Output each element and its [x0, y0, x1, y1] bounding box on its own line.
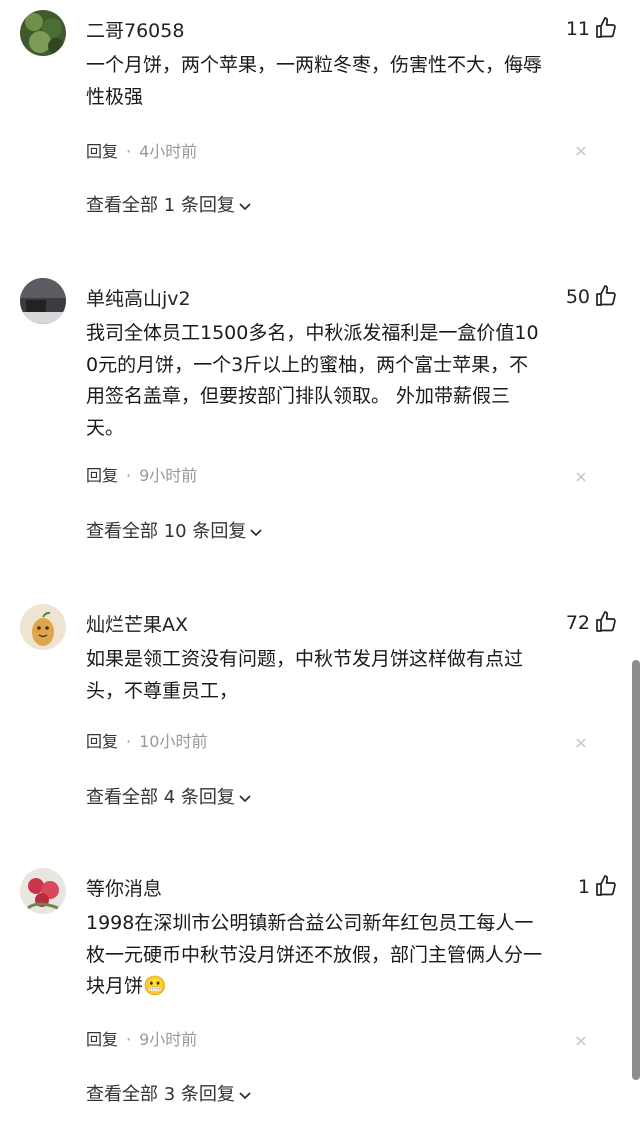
comment-meta: 回复 · 4小时前 [86, 138, 197, 162]
comment-text: 我司全体员工1500多名，中秋派发福利是一盒价值10 0元的月饼，一个3斤以上的… [86, 318, 596, 444]
comment-text: 如果是领工资没有问题，中秋节发月饼这样做有点过 头，不尊重员工， [86, 644, 596, 707]
close-icon[interactable] [574, 1034, 588, 1048]
close-icon[interactable] [574, 144, 588, 158]
view-replies-label: 查看全部 1 条回复 [86, 195, 235, 216]
comment-meta: 回复 · 10小时前 [86, 728, 207, 752]
comment-line: 0元的月饼，一个3斤以上的蜜柚，两个富士苹果，不 [86, 353, 529, 376]
user-avatar[interactable] [20, 868, 66, 914]
timestamp: 9小时前 [139, 466, 198, 485]
thumbs-up-icon[interactable] [594, 16, 618, 40]
chevron-down-icon [239, 1092, 251, 1100]
thumbs-up-icon[interactable] [594, 874, 618, 898]
comment-line: 一个月饼，两个苹果，一两粒冬枣，伤害性不大，侮辱 [86, 54, 543, 76]
scrollbar[interactable] [632, 660, 640, 1080]
reply-button[interactable]: 回复 [86, 732, 118, 751]
chevron-down-icon [250, 529, 262, 537]
view-replies-link[interactable]: 查看全部 4 条回复 [86, 783, 253, 809]
comment-text: 1998在深圳市公明镇新合益公司新年红包员工每人一 枚一元硬币中秋节没月饼还不放… [86, 908, 596, 1003]
comment-line: 天。 [86, 416, 125, 439]
like-count: 50 [565, 286, 590, 308]
comment-item: 等你消息 1 1998在深圳市公明镇新合益公司新年红包员工每人一 枚一元硬币中秋… [0, 868, 640, 1118]
user-avatar[interactable] [20, 10, 66, 56]
username[interactable]: 单纯高山jv2 [86, 284, 191, 311]
reply-button[interactable]: 回复 [86, 142, 118, 161]
separator-dot: · [126, 142, 132, 161]
comment-text: 一个月饼，两个苹果，一两粒冬枣，伤害性不大，侮辱 性极强 [86, 50, 596, 113]
thumbs-up-icon[interactable] [594, 610, 618, 634]
thumbs-up-icon[interactable] [594, 284, 618, 308]
separator-dot: · [126, 732, 132, 751]
comment-item: 二哥76058 11 一个月饼，两个苹果，一两粒冬枣，伤害性不大，侮辱 性极强 … [0, 10, 640, 230]
like-count: 72 [565, 612, 590, 634]
comment-line: 我司全体员工1500多名，中秋派发福利是一盒价值10 [86, 322, 539, 344]
view-replies-link[interactable]: 查看全部 1 条回复 [86, 191, 253, 217]
comment-line: 如果是领工资没有问题，中秋节发月饼这样做有点过 [86, 648, 524, 670]
reply-button[interactable]: 回复 [86, 466, 118, 485]
comment-line: 用签名盖章，但要按部门排队领取。 外加带薪假三 [86, 385, 511, 407]
comment-line: 性极强 [86, 85, 144, 108]
comment-item: 灿烂芒果AX 72 如果是领工资没有问题，中秋节发月饼这样做有点过 头，不尊重员… [0, 604, 640, 824]
comment-meta: 回复 · 9小时前 [86, 1026, 197, 1050]
comment-line: 枚一元硬币中秋节没月饼还不放假，部门主管俩人分一 [86, 943, 543, 966]
close-icon[interactable] [574, 736, 588, 750]
comment-line: 头，不尊重员工， [86, 679, 239, 702]
chevron-down-icon [239, 203, 251, 211]
view-replies-link[interactable]: 查看全部 10 条回复 [86, 517, 264, 543]
chevron-down-icon [239, 795, 251, 803]
close-icon[interactable] [574, 470, 588, 484]
comment-item: 单纯高山jv2 50 我司全体员工1500多名，中秋派发福利是一盒价值10 0元… [0, 278, 640, 558]
comment-line: 1998在深圳市公明镇新合益公司新年红包员工每人一 [86, 912, 534, 934]
timestamp: 10小时前 [139, 732, 208, 751]
timestamp: 4小时前 [139, 142, 198, 161]
comment-line: 块月饼😬 [86, 975, 167, 997]
username[interactable]: 二哥76058 [86, 16, 184, 43]
like-count: 1 [577, 876, 590, 898]
like-count: 11 [565, 18, 590, 40]
user-avatar[interactable] [20, 604, 66, 650]
separator-dot: · [126, 1030, 132, 1049]
timestamp: 9小时前 [139, 1030, 198, 1049]
username[interactable]: 灿烂芒果AX [86, 610, 188, 637]
view-replies-label: 查看全部 10 条回复 [86, 521, 247, 542]
separator-dot: · [126, 466, 132, 485]
comment-meta: 回复 · 9小时前 [86, 462, 197, 486]
reply-button[interactable]: 回复 [86, 1030, 118, 1049]
view-replies-label: 查看全部 3 条回复 [86, 1084, 235, 1105]
view-replies-label: 查看全部 4 条回复 [86, 787, 235, 808]
view-replies-link[interactable]: 查看全部 3 条回复 [86, 1080, 253, 1106]
username[interactable]: 等你消息 [86, 874, 162, 901]
user-avatar[interactable] [20, 278, 66, 324]
